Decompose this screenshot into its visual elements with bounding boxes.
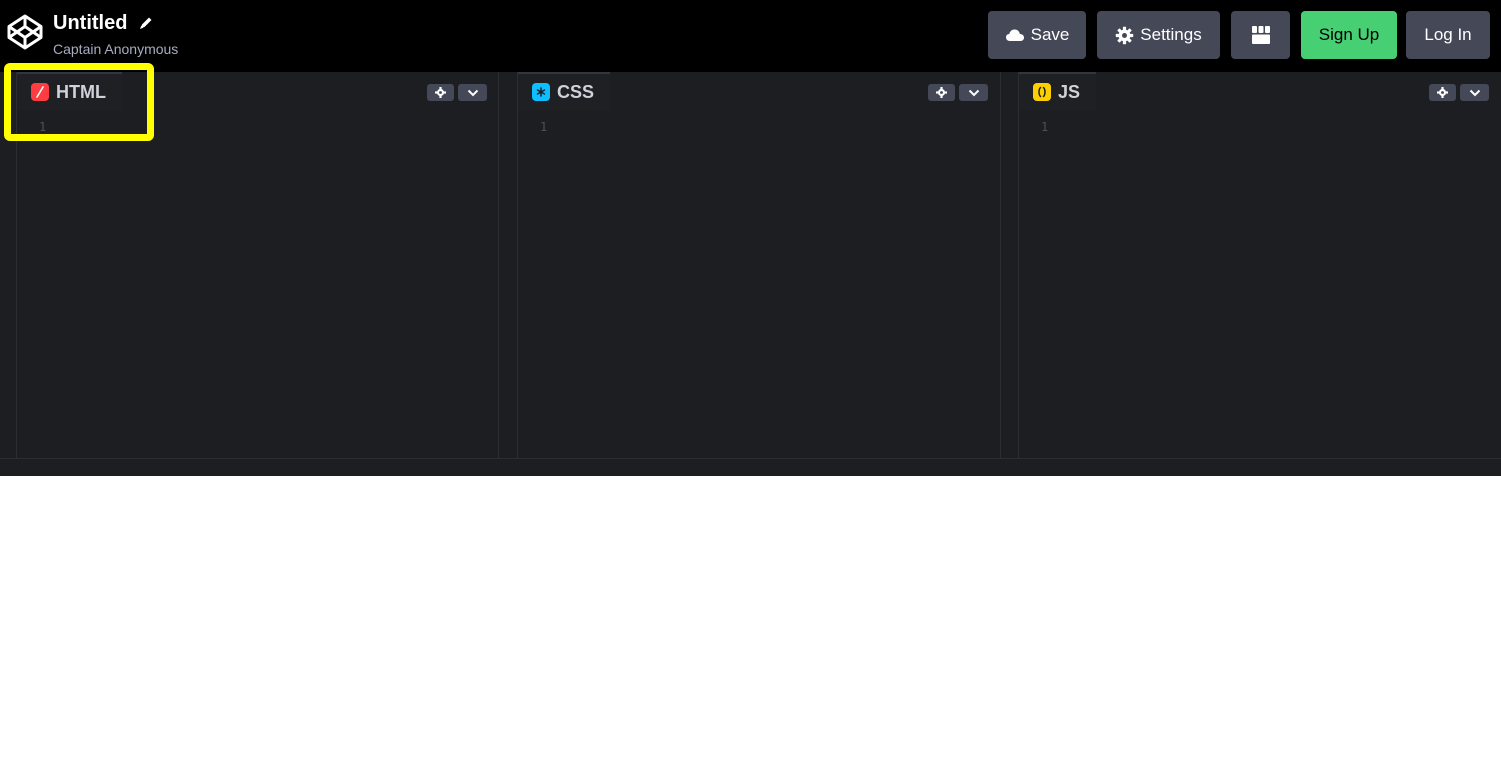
preview-resize-bar[interactable] xyxy=(0,458,1501,476)
pen-title[interactable]: Untitled xyxy=(53,11,127,35)
gear-icon xyxy=(1437,87,1448,98)
js-editor-header: JS xyxy=(1019,72,1501,110)
css-editor-label: CSS xyxy=(557,81,595,102)
css-editor-header: CSS xyxy=(518,72,1000,110)
save-label: Save xyxy=(1030,25,1070,44)
settings-label: Settings xyxy=(1140,25,1202,44)
css-settings-button[interactable] xyxy=(928,84,955,101)
css-icon xyxy=(532,83,550,101)
line-number: 1 xyxy=(1041,120,1049,134)
layout-grid-icon xyxy=(1251,26,1270,44)
chevron-down-icon xyxy=(968,89,979,96)
line-number: 1 xyxy=(540,120,548,134)
editor-area: HTML 1 CSS 1 JS 1 xyxy=(0,72,1501,458)
editor-resize-handle[interactable] xyxy=(1001,72,1019,458)
gear-icon xyxy=(936,87,947,98)
codepen-logo-icon[interactable] xyxy=(6,13,44,51)
settings-button[interactable]: Settings xyxy=(1097,11,1220,59)
preview-pane[interactable] xyxy=(0,476,1501,767)
change-view-button[interactable] xyxy=(1231,11,1290,59)
sign-up-button[interactable]: Sign Up xyxy=(1301,11,1397,59)
log-in-button[interactable]: Log In xyxy=(1406,11,1490,59)
chevron-down-icon xyxy=(467,89,478,96)
css-editor-panel[interactable]: CSS 1 xyxy=(518,72,1001,458)
html-settings-button[interactable] xyxy=(427,84,454,101)
save-button[interactable]: Save xyxy=(988,11,1086,59)
cloud-icon xyxy=(1005,29,1024,41)
highlight-box xyxy=(4,63,154,141)
html-options-button[interactable] xyxy=(458,84,487,101)
gear-icon xyxy=(435,87,446,98)
chevron-down-icon xyxy=(1469,89,1480,96)
js-editor-tab[interactable]: JS xyxy=(1019,72,1097,110)
js-editor-panel[interactable]: JS 1 xyxy=(1019,72,1501,458)
js-editor-label: JS xyxy=(1058,81,1081,102)
css-options-button[interactable] xyxy=(959,84,988,101)
editor-resize-handle[interactable] xyxy=(499,72,518,458)
css-editor-tab[interactable]: CSS xyxy=(518,72,611,110)
top-bar: Untitled Captain Anonymous Save Settings… xyxy=(0,0,1501,72)
js-settings-button[interactable] xyxy=(1429,84,1456,101)
pencil-icon[interactable] xyxy=(138,15,154,31)
js-options-button[interactable] xyxy=(1460,84,1489,101)
gear-icon xyxy=(1116,26,1134,44)
author-name[interactable]: Captain Anonymous xyxy=(53,40,178,58)
js-icon xyxy=(1033,83,1051,101)
